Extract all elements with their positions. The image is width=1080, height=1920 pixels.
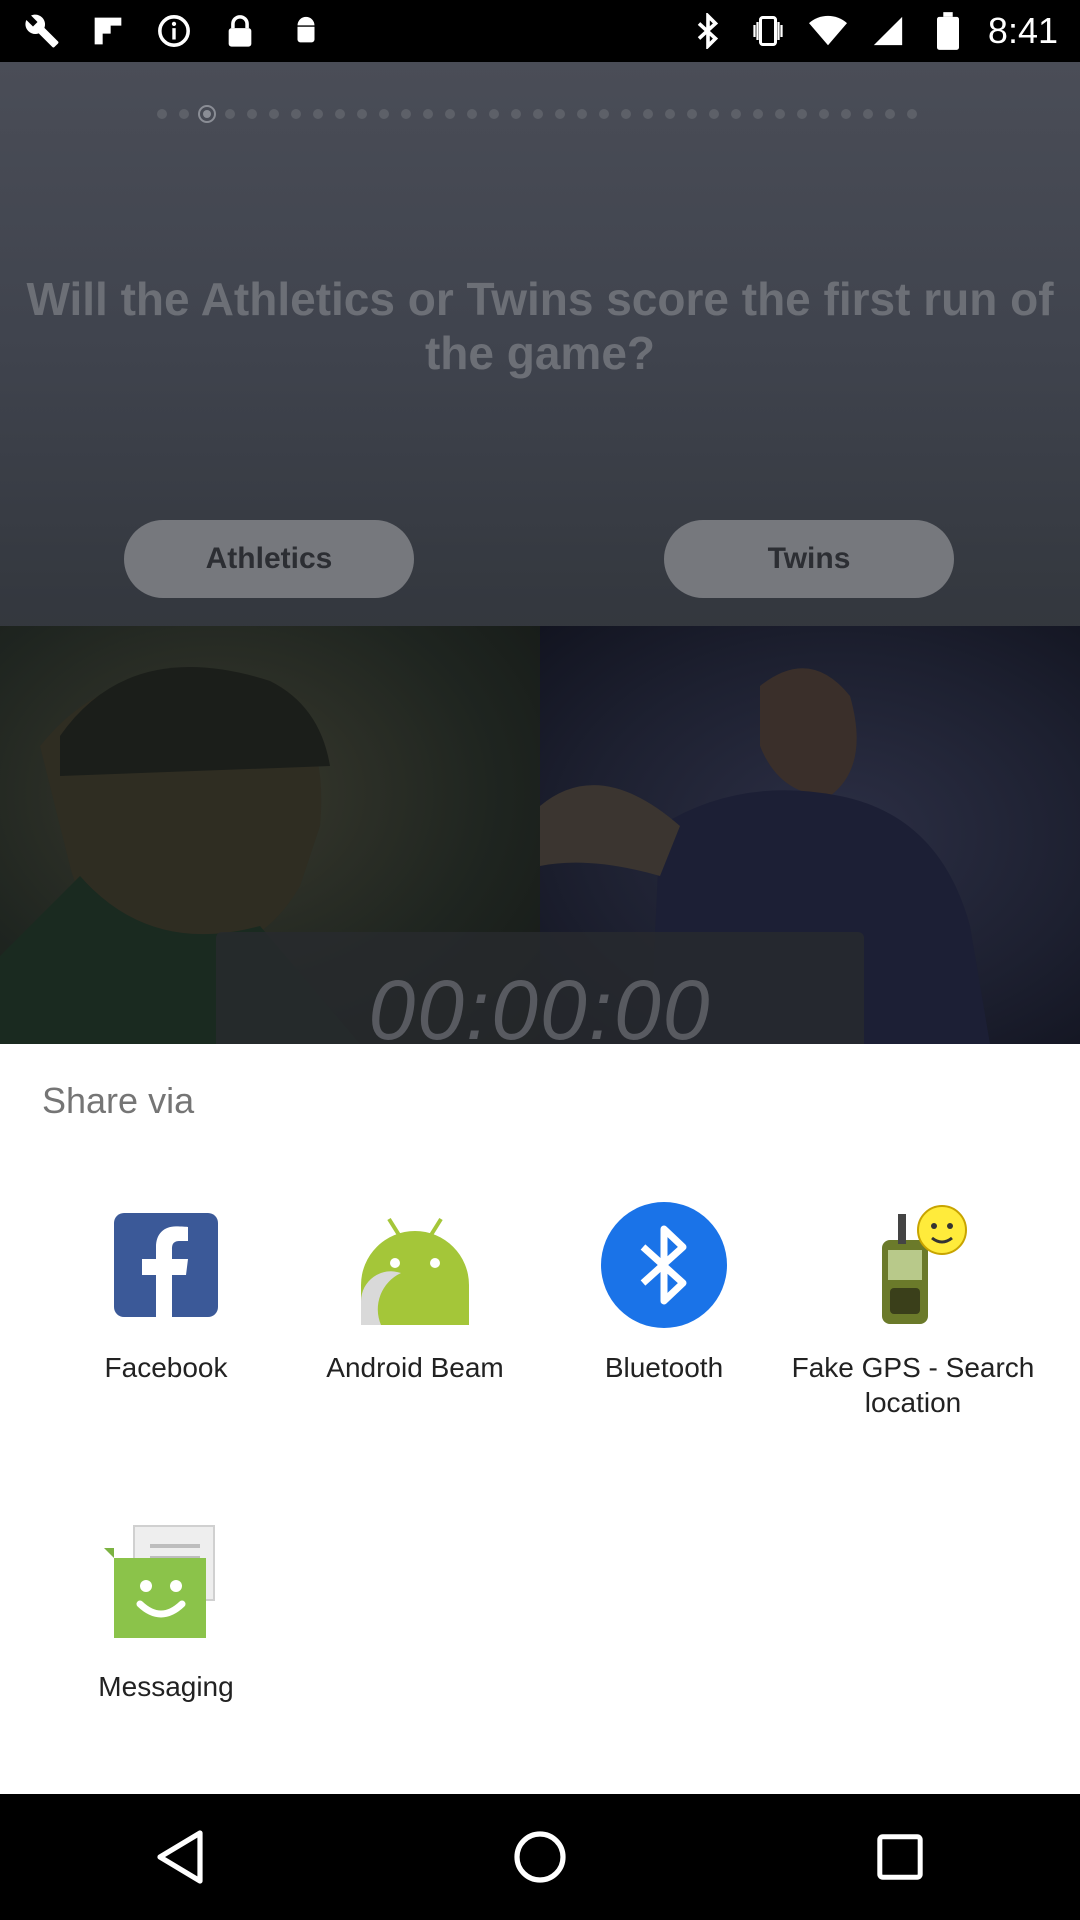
share-android-beam-label: Android Beam (326, 1352, 504, 1383)
countdown-timer: 00:00:00 (368, 963, 712, 1044)
lock-icon (220, 11, 260, 51)
facebook-icon (101, 1200, 231, 1330)
share-facebook[interactable]: Facebook (41, 1200, 291, 1385)
status-bar: 8:41 (0, 0, 1080, 62)
recents-icon[interactable] (860, 1817, 940, 1897)
android-beam-icon (350, 1200, 480, 1330)
share-bluetooth-label: Bluetooth (604, 1352, 724, 1383)
signal-icon (868, 11, 908, 51)
bluetooth-icon (688, 11, 728, 51)
share-sheet: Share via Facebook Android Beam Bluetoot… (0, 1044, 1080, 1794)
messaging-icon (101, 1519, 231, 1649)
android-icon (286, 11, 326, 51)
flipboard-icon (88, 11, 128, 51)
share-fake-gps[interactable]: Fake GPS - Search location (788, 1200, 1038, 1420)
page-indicator (157, 105, 917, 123)
clock: 8:41 (987, 10, 1058, 51)
home-icon[interactable] (500, 1817, 580, 1897)
athletics-button[interactable]: Athletics (124, 520, 414, 598)
share-android-beam[interactable]: Android Beam (290, 1200, 540, 1385)
battery-icon (928, 11, 968, 51)
share-sheet-title: Share via (42, 1080, 195, 1121)
background-app: Will the Athletics or Twins score the fi… (0, 62, 1080, 1044)
navigation-bar (0, 1794, 1080, 1920)
fake-gps-icon (848, 1200, 978, 1330)
share-messaging-label: Messaging (98, 1671, 234, 1702)
wifi-icon (808, 11, 848, 51)
info-icon (154, 11, 194, 51)
share-messaging[interactable]: Messaging (41, 1519, 291, 1704)
twins-button[interactable]: Twins (664, 520, 954, 598)
share-facebook-label: Facebook (104, 1352, 228, 1383)
question-text: Will the Athletics or Twins score the fi… (26, 273, 1054, 379)
share-fake-gps-label: Fake GPS - Search location (791, 1352, 1035, 1418)
vibrate-icon (748, 11, 788, 51)
share-bluetooth[interactable]: Bluetooth (539, 1200, 789, 1385)
bluetooth-icon (599, 1200, 729, 1330)
back-icon[interactable] (140, 1817, 220, 1897)
wrench-icon (22, 11, 62, 51)
